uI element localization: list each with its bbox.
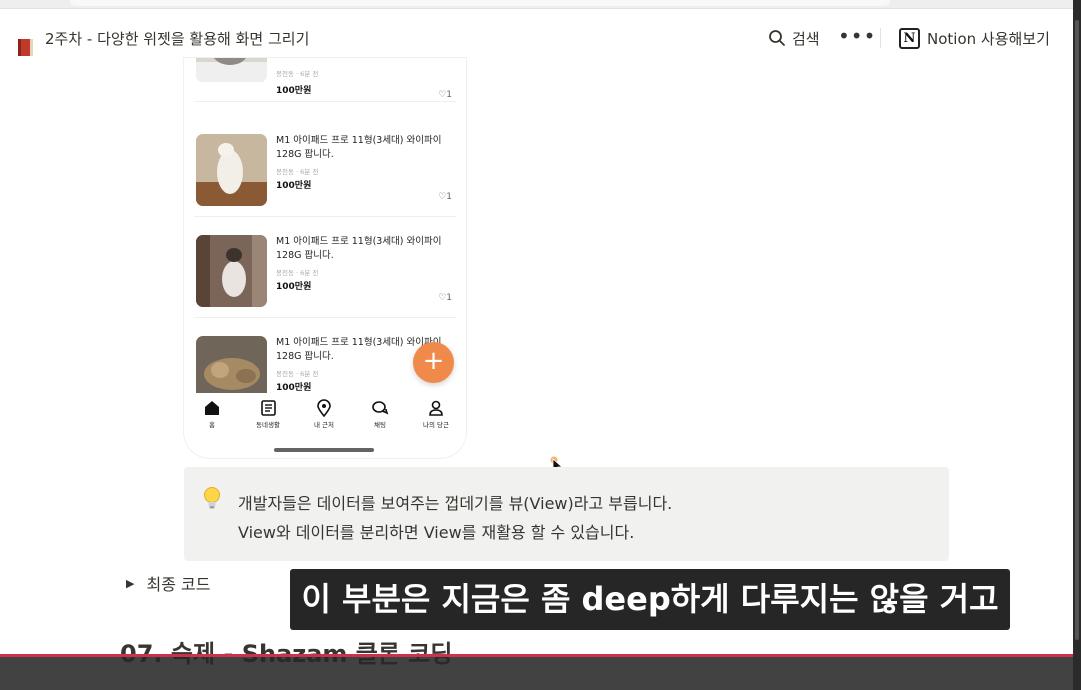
list-item[interactable]: M1 아이패드 프로 11형(3세대) 와이파이 128G 팝니다. 봉천동 ·… [194,222,456,318]
toggle-final-code[interactable]: ▶ 최종 코드 [126,571,210,595]
bottom-tab-bar: 홈 동네생활 내 근처 채팅 나의 당근 [184,393,466,433]
item-meta: 봉천동 · 6분 전 [276,370,319,378]
callout-block[interactable]: 개발자들은 데이터를 보여주는 껍데기를 뷰(View)라고 부릅니다. Vie… [184,467,949,561]
item-title: M1 아이패드 프로 11형(3세대) 와이파이 128G 팝니다. [276,135,442,160]
callout-text-line-1: 개발자들은 데이터를 보여주는 껍데기를 뷰(View)라고 부릅니다. [238,494,673,513]
list-item: 봉천동 · 6분 전 100만원 ♡1 [194,58,456,102]
tab-home[interactable]: 홈 [184,399,240,429]
item-price: 100만원 [276,383,312,393]
item-likes[interactable]: ♡1 [438,90,452,100]
notion-window: 2주차 - 다양한 위젯을 활용해 화면 그리기 검색 ••• N Notion… [0,0,1073,690]
item-meta: 봉천동 · 6분 전 [276,70,319,78]
address-bar[interactable] [70,0,890,6]
list-item[interactable]: M1 아이패드 프로 11형(3세대) 와이파이 128G 팝니다. 봉천동 ·… [194,121,456,217]
search-icon [769,30,785,46]
item-price: 100만원 [276,181,312,191]
callout-text-line-2: View와 데이터를 분리하면 View를 재활용 할 수 있습니다. [238,523,635,542]
tab-label: 홈 [209,421,215,429]
tab-label: 동네생활 [256,421,280,429]
try-notion-label: Notion 사용해보기 [927,29,1050,48]
product-thumbnail [196,235,267,307]
toggle-label: 최종 코드 [146,575,211,594]
search-button[interactable]: 검색 [768,26,820,50]
window-scrollbar[interactable] [1073,0,1081,690]
item-likes[interactable]: ♡1 [438,293,452,303]
chat-icon [372,401,389,415]
tab-nearby[interactable]: 내 근처 [296,399,352,429]
scrollbar-thumb[interactable] [1075,20,1079,640]
tab-label: 채팅 [374,421,386,429]
lightbulb-icon [204,487,220,509]
video-progress-bar[interactable] [0,654,1073,657]
item-likes[interactable]: ♡1 [438,192,452,202]
phone-screenshot: 봉천동 · 6분 전 100만원 ♡1 M1 아이패드 프로 11형(3세대) … [184,58,466,458]
tab-label: 나의 당근 [423,421,449,429]
item-price: 100만원 [276,86,312,96]
notion-logo-icon: N [899,27,920,49]
item-meta: 봉천동 · 6분 전 [276,269,319,277]
product-thumbnail [196,58,267,82]
search-label: 검색 [792,29,820,48]
item-price: 100만원 [276,282,312,292]
person-icon [429,400,443,416]
video-subtitle: 이 부분은 지금은 좀 deep하게 다루지는 않을 거고 [290,569,1010,630]
toggle-arrow-icon[interactable]: ▶ [126,577,134,590]
page-title[interactable]: 2주차 - 다양한 위젯을 활용해 화면 그리기 [45,28,309,49]
product-thumbnail [196,134,267,206]
tab-my-profile[interactable]: 나의 당근 [408,399,464,429]
home-icon [205,401,219,415]
item-title: M1 아이패드 프로 11형(3세대) 와이파이 128G 팝니다. [276,236,442,261]
location-pin-icon [317,399,331,417]
news-icon [261,400,276,416]
browser-toolbar-edge [0,0,1073,9]
tab-label: 내 근처 [313,421,334,429]
topbar-divider [880,28,881,48]
red-book-icon [18,39,33,56]
more-options-button[interactable]: ••• [838,26,875,50]
video-controls-bar [0,655,1073,690]
product-list: 봉천동 · 6분 전 100만원 ♡1 M1 아이패드 프로 11형(3세대) … [184,58,466,393]
try-notion-button[interactable]: N Notion 사용해보기 [899,26,1050,50]
tab-community[interactable]: 동네생활 [240,399,296,429]
add-item-fab[interactable]: + [413,342,454,383]
product-thumbnail [196,336,267,393]
home-indicator [274,448,374,452]
item-meta: 봉천동 · 6분 전 [276,168,319,176]
tab-chat[interactable]: 채팅 [352,399,408,429]
